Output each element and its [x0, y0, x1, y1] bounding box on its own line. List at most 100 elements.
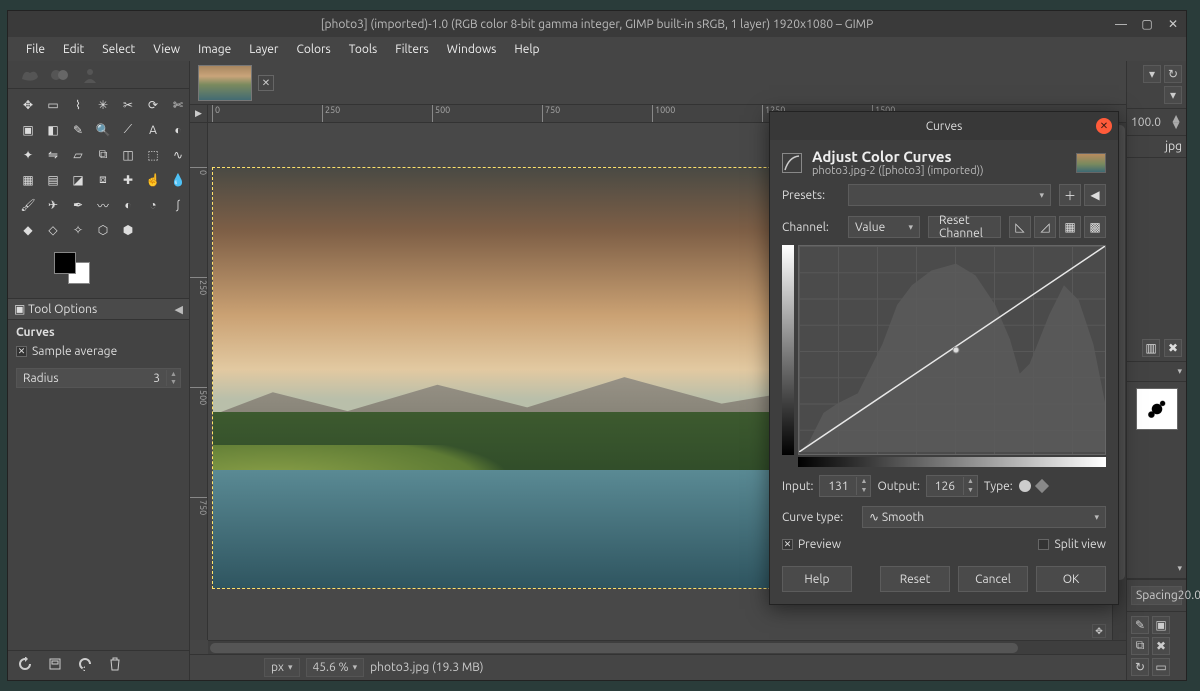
- tool-extra-3[interactable]: ✧: [68, 220, 88, 240]
- histogram-log-icon[interactable]: ◿: [1034, 216, 1056, 238]
- tool-text[interactable]: A: [143, 120, 163, 140]
- tool-options-detach-icon[interactable]: ◀: [175, 303, 183, 316]
- spin-down-icon[interactable]: ▼: [964, 486, 977, 495]
- tool-measure[interactable]: ⟋: [118, 120, 138, 140]
- horizontal-scrollbar[interactable]: [208, 640, 1126, 654]
- tool-rotate[interactable]: ⟳: [143, 95, 163, 115]
- curves-dialog-titlebar[interactable]: Curves ✕: [770, 112, 1118, 140]
- tool-warp[interactable]: ∿: [168, 145, 188, 165]
- tool-flip[interactable]: ⇋: [43, 145, 63, 165]
- tool-clone[interactable]: ⧈: [93, 170, 113, 190]
- tool-unified-transform[interactable]: ◫: [118, 145, 138, 165]
- tool-mypaint[interactable]: 〰: [93, 195, 113, 215]
- menu-select[interactable]: Select: [94, 40, 143, 59]
- presets-dropdown[interactable]: ▾: [848, 184, 1051, 206]
- preview-checkbox[interactable]: ✕ Preview: [782, 538, 841, 551]
- reset-tool-options-icon[interactable]: [18, 657, 32, 674]
- preset-add-icon[interactable]: ＋: [1059, 184, 1081, 206]
- menu-image[interactable]: Image: [190, 40, 239, 59]
- tool-bucket[interactable]: ▣: [18, 120, 38, 140]
- zoom-selector[interactable]: 45.6 %▾: [306, 658, 365, 677]
- point-type-corner-icon[interactable]: [1035, 479, 1049, 493]
- preset-menu-icon[interactable]: ◀: [1084, 184, 1106, 206]
- tool-ink[interactable]: ✒: [68, 195, 88, 215]
- brush-open-icon[interactable]: ▭: [1152, 658, 1170, 676]
- tool-extra-5[interactable]: ⬢: [118, 220, 138, 240]
- brush-edit-icon[interactable]: ✎: [1131, 616, 1149, 634]
- output-value-field[interactable]: 126 ▲▼: [926, 475, 978, 497]
- tool-free-select[interactable]: ⌇: [68, 95, 88, 115]
- help-button[interactable]: Help: [782, 566, 852, 592]
- unit-selector[interactable]: px▾: [264, 658, 300, 677]
- split-view-checkbox[interactable]: Split view: [1038, 538, 1106, 551]
- tool-extra-4[interactable]: ⬡: [93, 220, 113, 240]
- ruler-origin[interactable]: ▶: [190, 105, 208, 123]
- delete-tool-options-icon[interactable]: [108, 657, 122, 674]
- curve-type-dropdown[interactable]: ∿ Smooth ▾: [862, 506, 1106, 528]
- tool-crop[interactable]: ✂: [118, 95, 138, 115]
- sample-average-checkbox[interactable]: ✕ Sample average: [16, 345, 117, 358]
- window-close-button[interactable]: ✕: [1166, 17, 1180, 31]
- reset-channel-button[interactable]: Reset Channel: [928, 216, 1001, 238]
- ruler-vertical[interactable]: 0250500750: [190, 123, 208, 640]
- menu-colors[interactable]: Colors: [288, 40, 338, 59]
- right-expand-1-icon[interactable]: ▾: [1177, 366, 1182, 377]
- cancel-button[interactable]: Cancel: [958, 566, 1028, 592]
- tool-airbrush[interactable]: ✈: [43, 195, 63, 215]
- layer-opacity-value[interactable]: 100.0: [1131, 116, 1161, 129]
- right-action-2-icon[interactable]: ✖: [1164, 339, 1182, 357]
- spin-up-icon[interactable]: ▲: [857, 477, 870, 486]
- spin-up-icon[interactable]: ▲: [167, 370, 180, 378]
- image-tab-thumbnail[interactable]: [198, 65, 252, 101]
- histogram-linear-icon[interactable]: ◺: [1009, 216, 1031, 238]
- navigation-control-icon[interactable]: ✥: [1092, 624, 1106, 638]
- spin-up-icon[interactable]: ▲: [964, 477, 977, 486]
- tool-pencil[interactable]: ✎: [68, 120, 88, 140]
- fg-bg-swatches[interactable]: [54, 252, 94, 288]
- right-expand-2-icon[interactable]: ▾: [1177, 563, 1182, 574]
- menu-filters[interactable]: Filters: [387, 40, 436, 59]
- ok-button[interactable]: OK: [1036, 566, 1106, 592]
- menu-edit[interactable]: Edit: [55, 40, 92, 59]
- right-refresh-icon[interactable]: ↻: [1164, 65, 1182, 83]
- tool-paintbrush[interactable]: 🖌: [18, 195, 38, 215]
- tool-foreground-select[interactable]: ◔: [143, 195, 163, 215]
- tool-rect-select[interactable]: ▭: [43, 95, 63, 115]
- tool-handle-transform[interactable]: ⬚: [143, 145, 163, 165]
- spin-down-icon[interactable]: ▼: [167, 378, 180, 386]
- tool-extra-1[interactable]: ◆: [18, 220, 38, 240]
- brush-spacing-input[interactable]: Spacing 20.0: [1131, 586, 1182, 605]
- window-minimize-button[interactable]: —: [1114, 17, 1128, 31]
- curves-graph[interactable]: [798, 245, 1106, 455]
- menu-view[interactable]: View: [145, 40, 188, 59]
- close-image-tab-icon[interactable]: ✕: [258, 75, 274, 91]
- menu-file[interactable]: File: [18, 40, 53, 59]
- right-action-1-icon[interactable]: ▥: [1142, 339, 1160, 357]
- tool-curves[interactable]: ∫: [168, 195, 188, 215]
- tool-fuzzy-select[interactable]: ✳: [93, 95, 113, 115]
- tool-smudge[interactable]: ☝: [143, 170, 163, 190]
- spin-down-icon[interactable]: ▼: [857, 486, 870, 495]
- tool-dodge[interactable]: ◐: [118, 195, 138, 215]
- tool-align[interactable]: ▤: [43, 170, 63, 190]
- window-maximize-button[interactable]: ▢: [1140, 17, 1154, 31]
- save-tool-options-icon[interactable]: [48, 657, 62, 674]
- menu-windows[interactable]: Windows: [439, 40, 505, 59]
- point-type-smooth-icon[interactable]: [1019, 480, 1031, 492]
- reset-button[interactable]: Reset: [880, 566, 950, 592]
- tool-gradient[interactable]: ◧: [43, 120, 63, 140]
- tool-zoom[interactable]: 🔍: [93, 120, 113, 140]
- tool-scissors[interactable]: ✄: [168, 95, 188, 115]
- menu-tools[interactable]: Tools: [341, 40, 386, 59]
- tool-color-picker[interactable]: ◐: [168, 120, 188, 140]
- tool-eraser[interactable]: ◪: [68, 170, 88, 190]
- radius-input[interactable]: Radius 3 ▲▼: [16, 368, 181, 388]
- tool-blur[interactable]: 💧: [168, 170, 188, 190]
- restore-tool-options-icon[interactable]: [78, 657, 92, 674]
- tool-paths[interactable]: ✦: [18, 145, 38, 165]
- tool-move[interactable]: ✥: [18, 95, 38, 115]
- brush-preview[interactable]: [1136, 388, 1178, 430]
- foreground-color-swatch[interactable]: [54, 252, 76, 274]
- tool-extra-2[interactable]: ◇: [43, 220, 63, 240]
- histogram-gray-icon[interactable]: ▦: [1059, 216, 1081, 238]
